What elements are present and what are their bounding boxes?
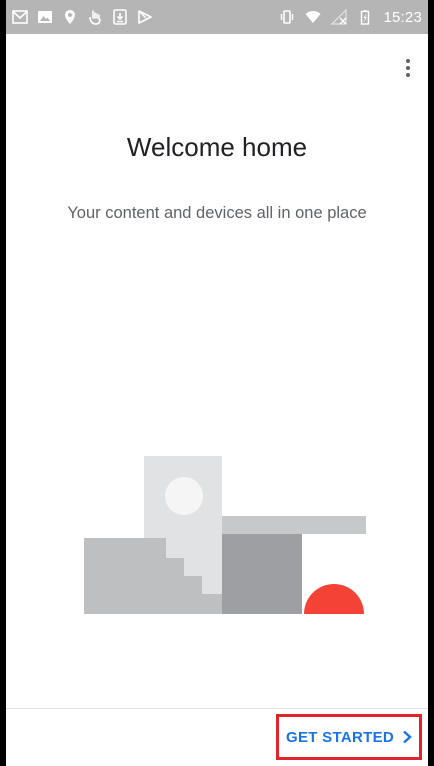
get-started-button[interactable]: GET STARTED bbox=[276, 714, 422, 760]
gmail-icon bbox=[12, 10, 28, 24]
wifi-icon bbox=[305, 11, 321, 23]
download-icon bbox=[113, 9, 127, 25]
system-icons: 15:23 bbox=[279, 0, 422, 34]
no-signal-icon bbox=[331, 9, 348, 25]
home-illustration bbox=[84, 456, 366, 614]
touch-icon bbox=[89, 10, 101, 25]
illustration-circle bbox=[165, 477, 203, 515]
play-store-icon bbox=[138, 10, 152, 24]
chevron-right-icon bbox=[403, 730, 412, 744]
status-bar: 15:23 bbox=[6, 0, 428, 34]
overflow-menu-button[interactable] bbox=[396, 52, 420, 84]
get-started-label: GET STARTED bbox=[285, 728, 395, 746]
notification-icons bbox=[12, 0, 153, 34]
location-icon bbox=[65, 10, 75, 24]
more-vert-icon bbox=[406, 59, 410, 63]
bottom-divider bbox=[6, 708, 428, 709]
app-screen: 15:23 Welcome home Your content and devi… bbox=[6, 0, 428, 766]
vibrate-icon bbox=[281, 10, 294, 24]
battery-charging-icon bbox=[361, 10, 370, 25]
illustration-shelf bbox=[222, 516, 366, 534]
illustration-red-semicircle bbox=[304, 584, 364, 614]
status-clock: 15:23 bbox=[383, 8, 422, 26]
welcome-title: Welcome home bbox=[126, 132, 308, 162]
illustration-dark-block bbox=[222, 534, 302, 614]
welcome-subtitle: Your content and devices all in one plac… bbox=[67, 204, 367, 222]
photos-icon bbox=[38, 11, 52, 23]
